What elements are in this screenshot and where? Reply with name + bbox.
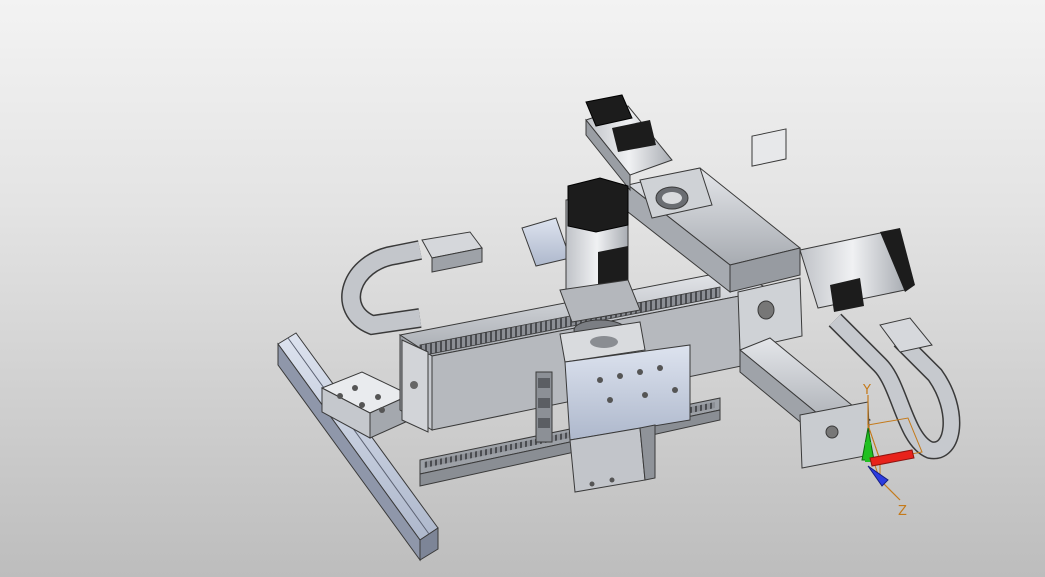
x-beam-end-plate [401,339,429,433]
z-axis-servo-motor[interactable] [559,177,641,323]
cad-3d-viewport[interactable]: Y Z [0,0,1045,577]
triad-z-label: Z [898,504,907,519]
top-bracket-plate [521,217,571,267]
left-cable-chain[interactable] [341,231,483,336]
triad-x-axis-arrow [869,449,915,467]
side-clamps [535,371,553,443]
right-servo-motor[interactable] [799,228,915,312]
triad-z-axis-arrow [867,465,889,487]
coordinate-triad: Y Z [861,383,923,519]
triad-y-label: Y [862,383,871,398]
